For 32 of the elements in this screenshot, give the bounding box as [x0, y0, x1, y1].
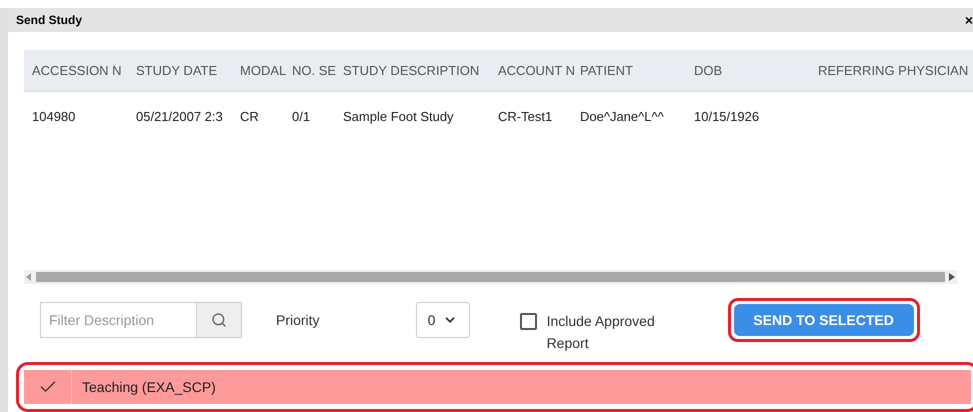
column-header[interactable]: REFERRING PHYSICIAN: [818, 60, 973, 80]
column-header[interactable]: STUDY DATE: [136, 60, 240, 80]
scrollbar-thumb[interactable]: [36, 272, 945, 282]
send-button[interactable]: SEND TO SELECTED: [734, 304, 914, 336]
table-cell: 0/1: [292, 109, 310, 124]
include-report-label: Include Approved Report: [546, 312, 656, 353]
table-cell: Doe^Jane^L^^: [580, 109, 664, 124]
destination-label: Teaching (EXA_SCP): [82, 378, 216, 397]
column-header[interactable]: STUDY DESCRIPTION: [343, 60, 498, 80]
table-cell: 05/21/2007 2:3: [136, 109, 223, 124]
column-header[interactable]: ACCOUNT N: [498, 60, 580, 80]
table-cell: CR: [240, 109, 259, 124]
search-icon: [211, 312, 227, 328]
column-header[interactable]: MODAL: [240, 60, 292, 80]
close-button[interactable]: ×: [964, 13, 973, 27]
priority-label: Priority: [276, 311, 320, 330]
column-header[interactable]: PATIENT: [580, 60, 694, 80]
filter-field[interactable]: Filter Description: [40, 302, 197, 338]
table-cell: 10/15/1926: [694, 109, 760, 124]
table-cell: CR-Test1: [498, 109, 552, 124]
horizontal-scrollbar[interactable]: [24, 270, 957, 284]
search-button[interactable]: [197, 302, 242, 338]
scroll-right-icon[interactable]: [949, 273, 955, 281]
destination-row[interactable]: Teaching (EXA_SCP): [24, 370, 971, 404]
priority-select[interactable]: 0: [416, 302, 470, 338]
column-header[interactable]: DOB: [694, 60, 818, 80]
column-header[interactable]: NO. SE: [292, 60, 343, 80]
include-report-checkbox[interactable]: [520, 313, 537, 330]
window-title: Send Study: [16, 12, 82, 29]
table-cell: 104980: [32, 109, 76, 124]
table-cell: Sample Foot Study: [343, 109, 454, 124]
column-header[interactable]: ACCESSION N: [32, 60, 136, 80]
